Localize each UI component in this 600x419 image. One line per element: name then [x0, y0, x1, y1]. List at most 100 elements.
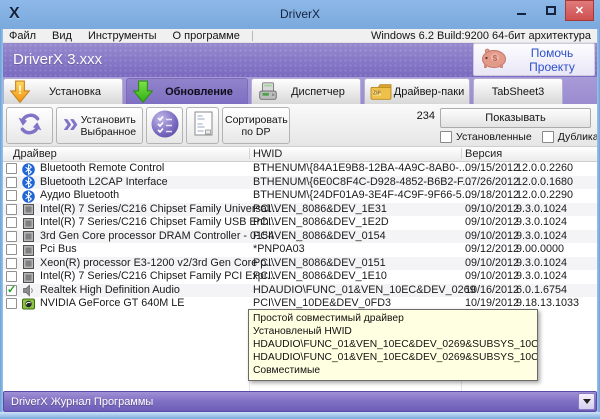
- row-checkbox[interactable]: [6, 204, 17, 215]
- svg-text:$: $: [493, 54, 498, 63]
- column-version[interactable]: Версия: [465, 148, 502, 160]
- table-row[interactable]: Intel(R) 7 Series/C216 Chipset Family PC…: [3, 270, 597, 284]
- close-button[interactable]: ✕: [565, 0, 594, 21]
- table-row[interactable]: 3rd Gen Core processor DRAM Controller -…: [3, 230, 597, 244]
- tooltip-line: Установленый HWID: [253, 325, 533, 338]
- tab-driver-packs[interactable]: ZIP Драйвер-паки: [364, 78, 470, 104]
- log-dropdown[interactable]: DriverX Журнал Программы: [3, 391, 597, 412]
- install-selected-button[interactable]: » Установить Выбранное: [56, 107, 143, 144]
- report-document-icon: [191, 110, 215, 141]
- driver-hwid: BTHENUM\{6E0C8F4C-D928-4852-B6B2-F...: [253, 176, 471, 190]
- table-row[interactable]: ✓ Realtek High Definition Audio HDAUDIO\…: [3, 284, 597, 298]
- chevron-down-icon: [583, 399, 591, 404]
- row-checkbox[interactable]: [6, 271, 17, 282]
- menu-tools[interactable]: Инструменты: [80, 29, 165, 43]
- row-checkbox[interactable]: ✓: [6, 285, 17, 296]
- app-banner: DriverX 3.xxx $ Помочь Проекту: [3, 43, 597, 77]
- install-selected-label: Установить Выбранное: [80, 114, 136, 138]
- checklist-orb-button[interactable]: [146, 107, 183, 144]
- tab-tabsheet3[interactable]: TabSheet3: [473, 78, 563, 104]
- installed-checkbox[interactable]: [440, 131, 452, 143]
- titlebar: X DriverX ✕: [0, 0, 600, 29]
- table-row[interactable]: Pci Bus *PNP0A03 09/12/2012 9.00.0000: [3, 243, 597, 257]
- driver-name: Bluetooth Remote Control: [40, 162, 164, 176]
- warning-down-arrow-icon: !: [8, 80, 32, 104]
- tooltip-line: HDAUDIO\FUNC_01&VEN_10EC&DEV_0269&SUBSYS…: [253, 338, 533, 351]
- row-checkbox[interactable]: [6, 231, 17, 242]
- app-title-version: DriverX 3.xxx: [13, 51, 102, 68]
- menu-view[interactable]: Вид: [44, 29, 80, 43]
- tab-device-manager[interactable]: Диспетчер: [251, 78, 361, 104]
- driver-tooltip: Простой совместимый драйвер Установленый…: [248, 309, 538, 381]
- driver-date: 09/18/2012: [465, 189, 519, 203]
- svg-text:ZIP: ZIP: [373, 90, 381, 96]
- tab-install[interactable]: ! Установка: [3, 78, 123, 104]
- chip-icon: [22, 203, 35, 216]
- table-row[interactable]: Bluetooth L2CAP Interface BTHENUM\{6E0C8…: [3, 176, 597, 190]
- row-checkbox[interactable]: [6, 298, 17, 309]
- bluetooth-icon: [22, 176, 35, 189]
- driver-version: 9.3.0.1024: [516, 230, 567, 244]
- table-row[interactable]: Intel(R) 7 Series/C216 Chipset Family Un…: [3, 203, 597, 217]
- driver-name: Intel(R) 7 Series/C216 Chipset Family Un…: [40, 203, 278, 217]
- driver-name: Intel(R) 7 Series/C216 Chipset Family PC…: [40, 270, 276, 284]
- driver-name: Аудио Bluetooth: [40, 189, 119, 203]
- table-row[interactable]: Bluetooth Remote Control BTHENUM\{84A1E9…: [3, 162, 597, 176]
- driver-version: 9.00.0000: [516, 243, 564, 257]
- log-dropdown-label: DriverX Журнал Программы: [4, 396, 578, 408]
- filter-duplicates[interactable]: Дубликаты: [542, 131, 600, 143]
- device-manager-icon: [256, 80, 280, 104]
- sort-by-dp-label: Сортировать по DP: [225, 114, 287, 138]
- minimize-icon: [517, 13, 526, 15]
- menu-about[interactable]: О программе: [165, 29, 248, 43]
- table-row[interactable]: Intel(R) 7 Series/C216 Chipset Family US…: [3, 216, 597, 230]
- driver-name: 3rd Gen Core processor DRAM Controller -…: [40, 230, 274, 244]
- speaker-icon: [22, 284, 35, 297]
- menu-file[interactable]: Файл: [1, 29, 44, 43]
- tab-update[interactable]: Обновление: [126, 78, 248, 104]
- row-checkbox[interactable]: [6, 177, 17, 188]
- row-checkbox[interactable]: [6, 258, 17, 269]
- minimize-button[interactable]: [507, 0, 536, 21]
- row-checkbox[interactable]: [6, 163, 17, 174]
- driver-version: 12.0.0.2290: [516, 189, 573, 203]
- duplicates-checkbox[interactable]: [542, 131, 554, 143]
- driver-date: 10/16/2012: [465, 284, 519, 298]
- column-driver[interactable]: Драйвер: [13, 148, 57, 160]
- filter-installed[interactable]: Установленные: [440, 131, 532, 143]
- donate-button[interactable]: $ Помочь Проекту: [473, 43, 595, 76]
- driver-hwid: PCI\VEN_8086&DEV_1E31: [253, 203, 387, 217]
- driver-version: 9.3.0.1024: [516, 203, 567, 217]
- driver-name: Bluetooth L2CAP Interface: [40, 176, 168, 190]
- show-button[interactable]: Показывать: [440, 108, 591, 128]
- driver-version: 9.3.0.1024: [516, 257, 567, 271]
- driver-version: 9.3.0.1024: [516, 270, 567, 284]
- driver-date: 09/15/2012: [465, 162, 519, 176]
- tooltip-line: Простой совместимый драйвер: [253, 312, 533, 325]
- bluetooth-icon: [22, 190, 35, 203]
- dropdown-arrow-button[interactable]: [578, 393, 595, 410]
- double-chevron-icon: »: [63, 113, 79, 133]
- driver-date: 09/10/2012: [465, 270, 519, 284]
- driver-hwid: PCI\VEN_8086&DEV_1E2D: [253, 216, 389, 230]
- checklist-orb-icon: [150, 109, 180, 142]
- row-checkbox[interactable]: [6, 244, 17, 255]
- window-frame: [0, 29, 3, 419]
- driver-date: 07/26/2012: [465, 176, 519, 190]
- sort-by-dp-button[interactable]: Сортировать по DP: [222, 107, 290, 144]
- row-checkbox[interactable]: [6, 190, 17, 201]
- refresh-button[interactable]: [6, 107, 53, 144]
- table-body: Bluetooth Remote Control BTHENUM\{84A1E9…: [3, 162, 597, 311]
- menu-separator: [252, 31, 253, 41]
- toolbar: » Установить Выбранное: [3, 104, 597, 147]
- maximize-button[interactable]: [536, 0, 565, 21]
- table-row[interactable]: Аудио Bluetooth BTHENUM\{24DF01A9-3E4F-4…: [3, 189, 597, 203]
- report-button[interactable]: [186, 107, 219, 144]
- row-checkbox[interactable]: [6, 217, 17, 228]
- table-row[interactable]: Xeon(R) processor E3-1200 v2/3rd Gen Cor…: [3, 257, 597, 271]
- driver-name: Xeon(R) processor E3-1200 v2/3rd Gen Cor…: [40, 257, 275, 271]
- column-hwid[interactable]: HWID: [253, 148, 282, 160]
- green-down-arrow-icon: [131, 80, 155, 104]
- table-header[interactable]: Драйвер HWID Версия: [3, 147, 597, 162]
- driver-version: 6.0.1.6754: [516, 284, 567, 298]
